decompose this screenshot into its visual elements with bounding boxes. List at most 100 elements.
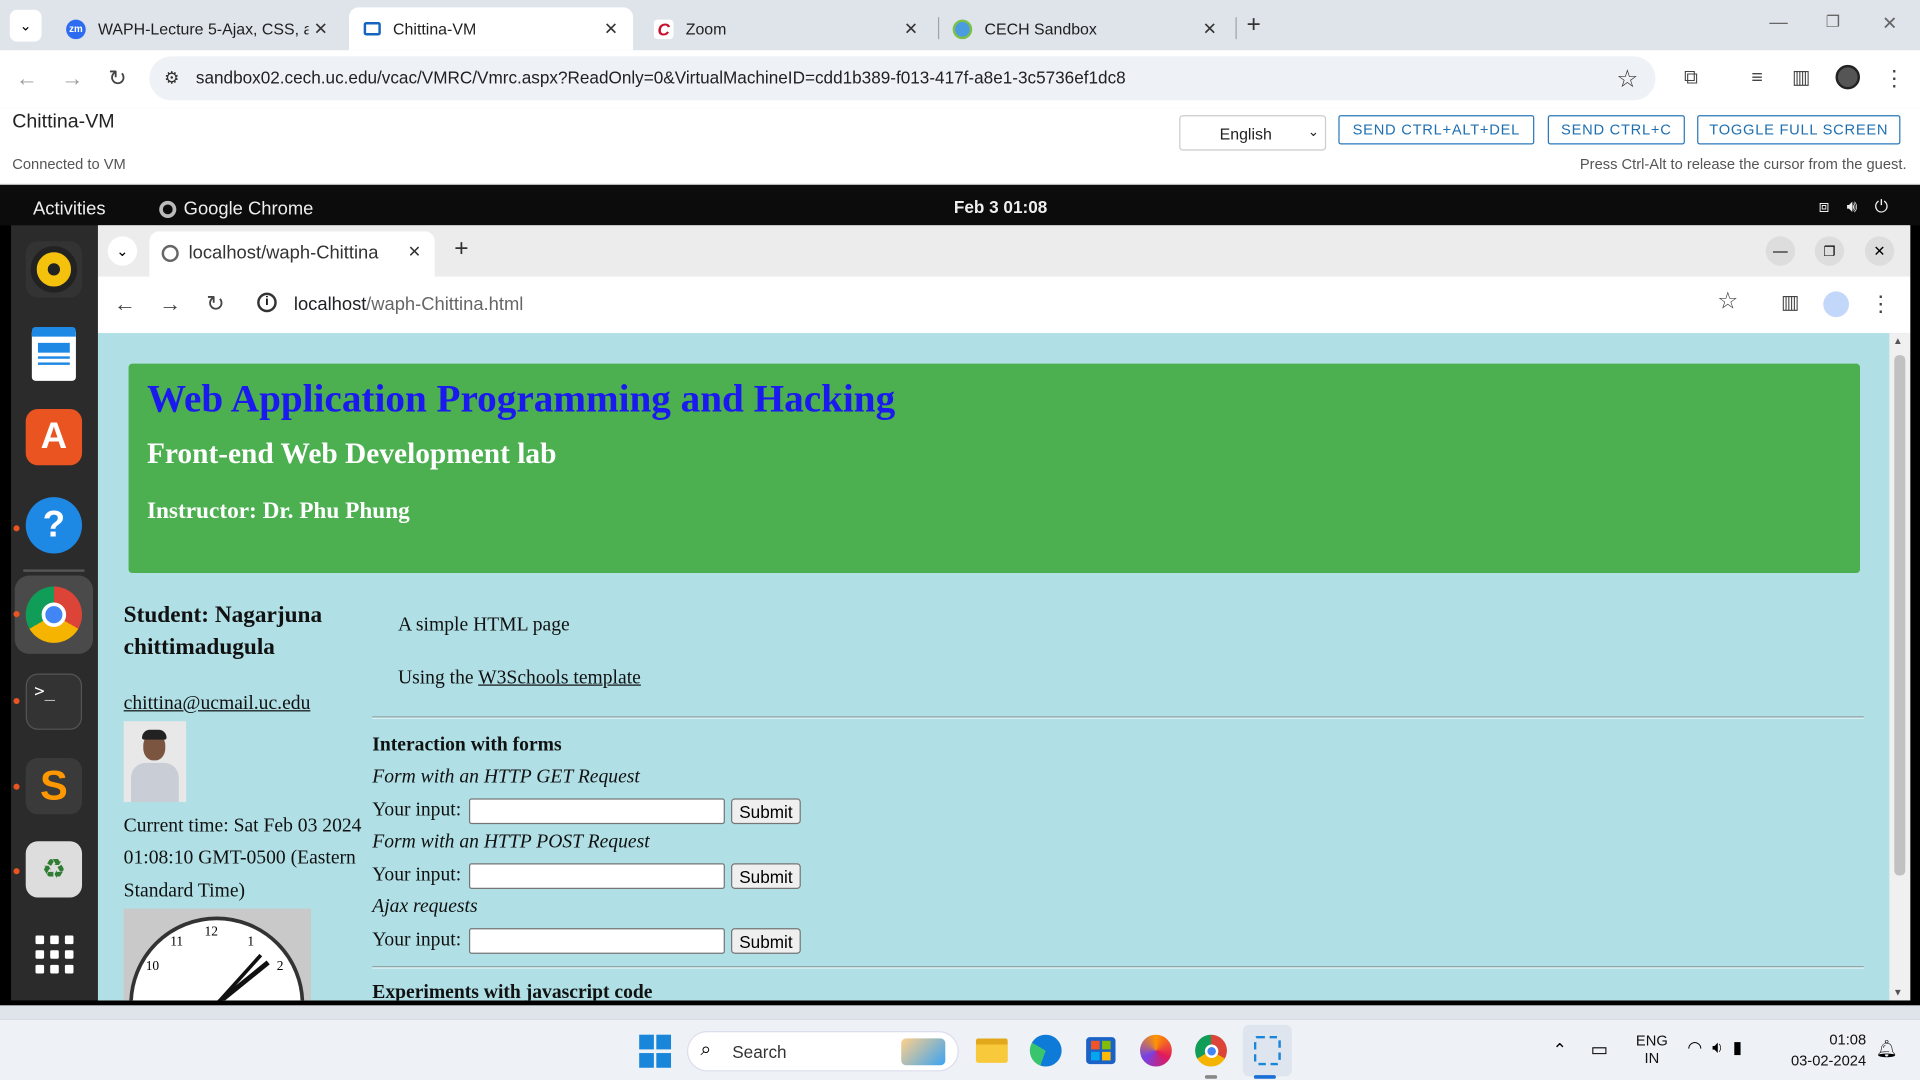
close-icon[interactable]: ✕ — [309, 18, 333, 39]
libreoffice-writer-icon[interactable] — [26, 326, 82, 382]
snipping-tool-icon[interactable] — [1250, 1033, 1284, 1067]
page-header: Web Application Programming and Hacking … — [128, 363, 1861, 574]
site-settings-icon[interactable]: ⚙ — [164, 67, 179, 88]
taskbar-clock[interactable]: 01:08 03-02-2024 — [1776, 1031, 1867, 1069]
show-apps-icon[interactable] — [26, 926, 82, 982]
bookmark-star-icon[interactable]: ☆ — [1616, 64, 1638, 95]
intro-text: A simple HTML page — [397, 614, 570, 636]
info-icon[interactable]: i — [257, 292, 277, 313]
extensions-icon[interactable]: ⧉ — [1676, 66, 1705, 90]
close-icon[interactable]: ✕ — [1198, 18, 1222, 39]
scroll-down-icon: ▼ — [1893, 986, 1903, 998]
profile-avatar[interactable] — [1835, 64, 1861, 90]
host-tab-chittina-vm[interactable]: Chittina-VM ✕ — [348, 7, 634, 51]
taskbar-time: 01:08 — [1829, 1031, 1867, 1049]
close-icon[interactable]: ✕ — [408, 242, 421, 262]
host-tab-strip: ⌄ zm WAPH-Lecture 5-Ajax, CSS, and ✕ Chi… — [0, 0, 1920, 51]
restore-icon[interactable]: ❐ — [1826, 12, 1840, 32]
vm-display[interactable]: Activities Google Chrome Feb 3 01:08 ⧈ 🔊… — [0, 184, 1920, 1006]
host-address-bar[interactable]: ⚙ sandbox02.cech.uc.edu/vcac/VMRC/Vmrc.a… — [149, 56, 1656, 101]
zoom-icon: zm — [66, 18, 86, 39]
lang-line1: ENG — [1635, 1032, 1668, 1050]
reload-icon[interactable]: ↻ — [103, 66, 132, 90]
close-window-icon[interactable]: ✕ — [1864, 236, 1895, 266]
close-icon[interactable]: ✕ — [599, 18, 623, 39]
microsoft-store-icon[interactable] — [1084, 1033, 1118, 1067]
post-submit-button[interactable]: Submit — [731, 863, 801, 889]
software-center-icon[interactable]: A — [25, 408, 83, 466]
page-scrollbar[interactable]: ▲ ▼ — [1889, 333, 1911, 1001]
trash-icon[interactable]: ♻ — [25, 841, 83, 898]
chrome-taskbar-icon[interactable] — [1194, 1033, 1228, 1067]
tab-search-button[interactable]: ⌄ — [9, 9, 42, 42]
help-icon[interactable]: ? — [25, 497, 83, 554]
forms-heading: Interaction with forms — [372, 734, 562, 756]
send-ctrl-c-button[interactable]: SEND CTRL+C — [1547, 115, 1685, 145]
uc-icon: C — [653, 18, 674, 39]
close-icon[interactable]: ✕ — [899, 18, 923, 39]
web-page: Web Application Programming and Hacking … — [97, 333, 1911, 1001]
send-ctrl-alt-del-button[interactable]: SEND CTRL+ALT+DEL — [1338, 115, 1535, 145]
post-form-heading: Form with an HTTP POST Request — [372, 831, 650, 853]
activities-button[interactable]: Activities — [33, 198, 105, 219]
taskbar-search-box[interactable]: ⌕ Search — [686, 1031, 959, 1072]
sublime-text-icon[interactable]: S — [25, 757, 83, 815]
toggle-full-screen-button[interactable]: TOGGLE FULL SCREEN — [1697, 115, 1901, 145]
guest-address-bar[interactable]: i localhost /waph-Chittina.html — [247, 282, 1705, 327]
reload-icon[interactable]: ↻ — [201, 291, 230, 315]
minimize-icon[interactable]: — — [1769, 12, 1787, 33]
get-input-field[interactable] — [468, 798, 725, 825]
forward-icon[interactable]: → — [58, 66, 87, 90]
minimize-icon[interactable]: — — [1765, 236, 1796, 266]
chevron-down-icon: ⌄ — [19, 17, 32, 35]
back-icon[interactable]: ← — [110, 291, 139, 315]
media-controls-icon[interactable]: ≡ — [1742, 66, 1771, 90]
get-submit-button[interactable]: Submit — [731, 798, 801, 825]
notification-bell-icon[interactable]: 🔔︎ — [1876, 1038, 1898, 1059]
windows-taskbar: ⌕ Search ⌃ ▭ ENG IN ◠ 🔉︎ ▮ 01:08 03-02-2… — [0, 1018, 1920, 1080]
rhythmbox-icon[interactable] — [25, 241, 83, 298]
post-input-label: Your input: — [372, 864, 462, 886]
more-menu-icon[interactable]: ⋮ — [1866, 291, 1895, 315]
firefox-icon[interactable] — [1139, 1033, 1173, 1067]
google-chrome-icon[interactable] — [25, 586, 83, 643]
bookmark-star-icon[interactable]: ☆ — [1713, 290, 1742, 314]
chevron-down-icon[interactable]: ⌄ — [107, 236, 138, 266]
close-window-icon[interactable]: ✕ — [1882, 12, 1897, 34]
file-explorer-icon[interactable] — [975, 1033, 1009, 1067]
ajax-input-field[interactable] — [468, 928, 725, 954]
forward-icon[interactable]: → — [156, 291, 185, 315]
host-tab-zoom[interactable]: C Zoom ✕ — [639, 7, 933, 50]
more-menu-icon[interactable]: ⋮ — [1880, 66, 1909, 90]
email-link[interactable]: chittina@ucmail.uc.edu — [124, 693, 311, 715]
new-tab-button[interactable]: + — [454, 235, 468, 263]
chevron-up-icon[interactable]: ⌃ — [1553, 1040, 1567, 1061]
app-menu[interactable]: Google Chrome — [159, 198, 313, 219]
terminal-icon[interactable]: >_ — [25, 673, 83, 730]
post-input-field[interactable] — [468, 863, 725, 889]
ajax-submit-button[interactable]: Submit — [731, 928, 801, 954]
restore-icon[interactable]: ❐ — [1814, 236, 1845, 266]
side-panel-icon[interactable]: ▥ — [1787, 66, 1816, 90]
language-indicator[interactable]: ENG IN — [1636, 1032, 1668, 1066]
back-icon[interactable]: ← — [12, 66, 41, 90]
start-button[interactable] — [638, 1033, 672, 1068]
quick-settings[interactable]: ◠ 🔉︎ ▮ — [1687, 1037, 1742, 1058]
guest-clock[interactable]: Feb 3 01:08 — [954, 197, 1047, 217]
host-tab-waph-lecture[interactable]: zm WAPH-Lecture 5-Ajax, CSS, and ✕ — [51, 7, 342, 50]
wifi-icon: ◠ — [1687, 1037, 1703, 1057]
new-tab-button[interactable]: + — [1247, 11, 1261, 39]
profile-avatar[interactable] — [1823, 291, 1849, 318]
edge-icon[interactable] — [1029, 1033, 1063, 1067]
guest-chrome-window: ⌄ localhost/waph-Chittina ✕ + — ❐ ✕ ← → … — [97, 225, 1911, 1001]
monitor-icon — [363, 22, 381, 36]
language-select[interactable]: English ⌄ — [1179, 115, 1327, 151]
system-tray[interactable]: ⧈ 🔊︎ ⏻ — [1819, 196, 1889, 217]
clock-number: 11 — [170, 933, 183, 948]
host-tab-cech-sandbox[interactable]: CECH Sandbox ✕ — [938, 7, 1232, 50]
w3schools-link[interactable]: W3Schools template — [478, 667, 641, 688]
guest-tab-active[interactable]: localhost/waph-Chittina ✕ — [149, 231, 435, 277]
globe-icon — [952, 18, 973, 39]
keyboard-icon[interactable]: ▭ — [1591, 1038, 1608, 1061]
side-panel-icon[interactable]: ▥ — [1776, 291, 1805, 315]
